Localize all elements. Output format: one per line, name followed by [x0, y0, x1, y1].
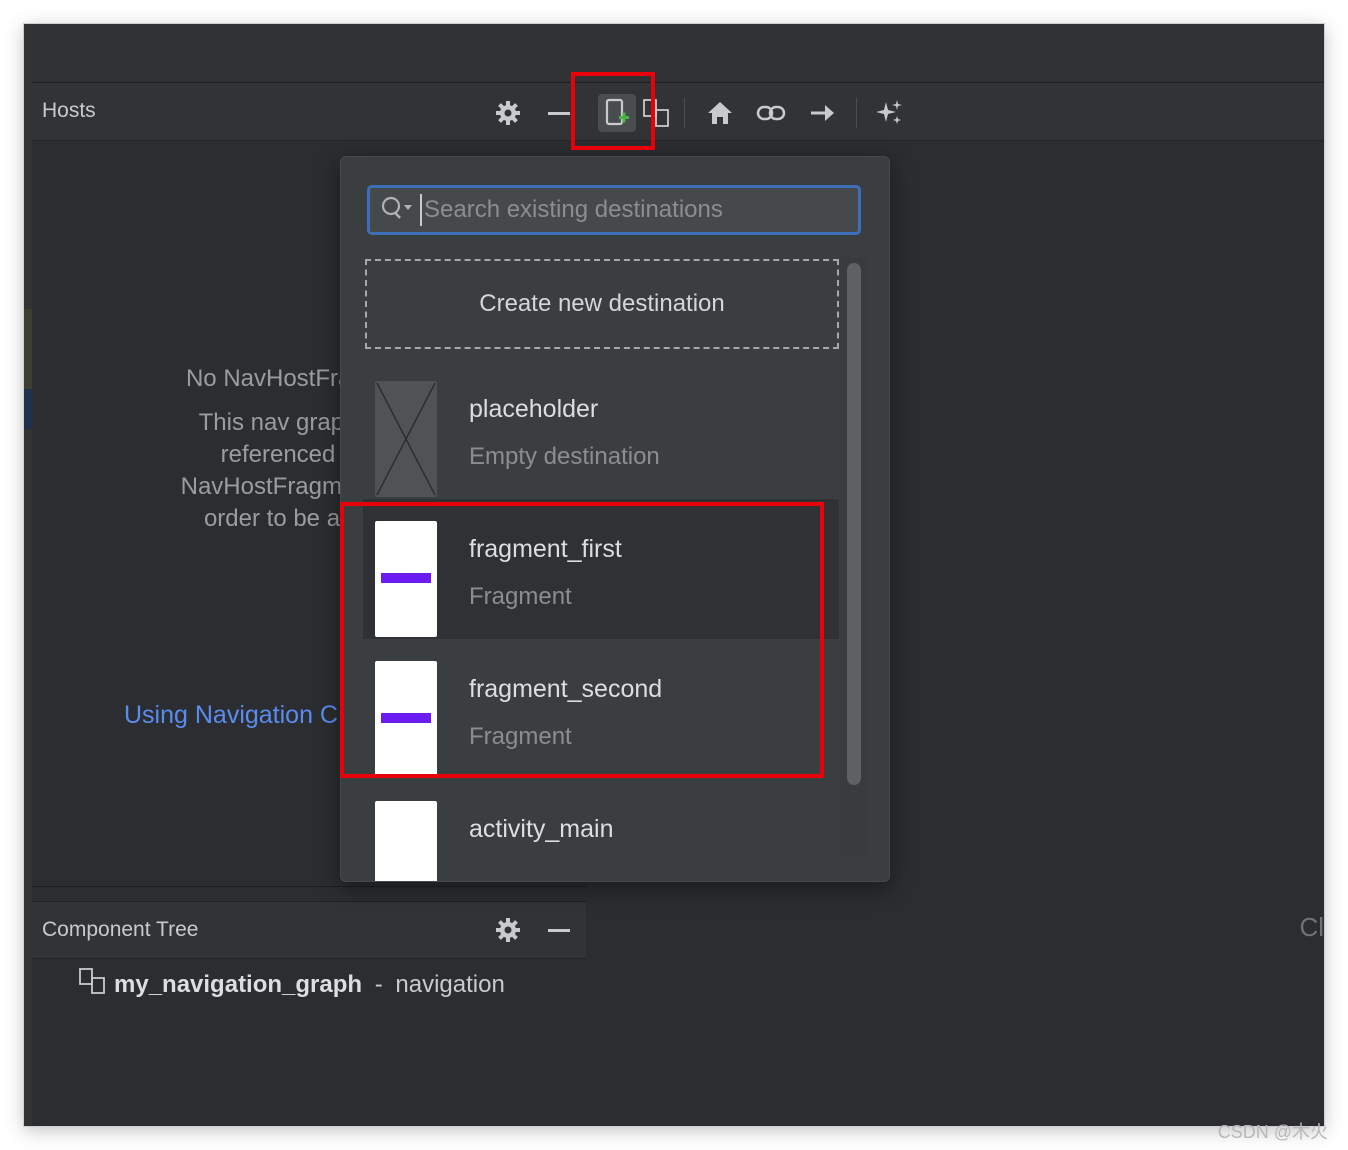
- left-tool-strip: [24, 24, 32, 1126]
- tree-root-row[interactable]: my_navigation_graph - navigation: [78, 967, 505, 1002]
- component-tree-title: Component Tree: [42, 918, 199, 941]
- placeholder-thumbnail: [375, 381, 437, 497]
- component-tree-panel: Component Tree my_navigation_graph - nav…: [32, 886, 586, 1126]
- highlight-box: [571, 72, 655, 150]
- destination-item-placeholder[interactable]: placeholder Empty destination: [363, 359, 839, 499]
- search-input[interactable]: [420, 194, 846, 226]
- toolbar-divider: [684, 98, 685, 128]
- hosts-header: Hosts: [32, 83, 1324, 141]
- toolbar-divider: [856, 98, 857, 128]
- destination-type: Empty destination: [469, 443, 660, 470]
- watermark: CSDN @木火: [1217, 1122, 1328, 1142]
- destination-name: placeholder: [469, 395, 599, 423]
- attributes-panel: [586, 886, 1324, 1126]
- panel-partial-label: Cl: [1299, 912, 1324, 942]
- gear-icon[interactable]: [493, 98, 523, 128]
- navigation-docs-link[interactable]: Using Navigation C: [124, 701, 338, 730]
- search-field[interactable]: [367, 185, 861, 235]
- highlight-box: [340, 502, 824, 778]
- hosts-title: Hosts: [42, 99, 96, 122]
- tree-root-separator: -: [368, 970, 390, 998]
- auto-arrange-icon[interactable]: [874, 98, 904, 128]
- minimize-icon[interactable]: [544, 98, 574, 128]
- ide-window: Hosts No NavHostFragi This nav graph ref…: [24, 24, 1324, 1126]
- scrollbar-thumb[interactable]: [847, 263, 861, 785]
- destination-name: activity_main: [469, 815, 614, 843]
- left-strip-accent: [24, 389, 32, 429]
- left-strip-accent: [24, 309, 32, 389]
- gear-icon[interactable]: [493, 915, 523, 945]
- layout-thumbnail: [375, 801, 437, 881]
- destination-item-activity-main[interactable]: activity_main: [363, 779, 839, 881]
- action-arrow-icon[interactable]: [808, 98, 838, 128]
- tree-root-name: my_navigation_graph: [114, 970, 363, 998]
- minimize-icon[interactable]: [544, 915, 574, 945]
- component-tree-header: Component Tree: [32, 901, 586, 959]
- nested-graph-icon: [78, 967, 108, 1002]
- search-icon: [380, 195, 414, 226]
- tree-root-type: navigation: [395, 970, 505, 998]
- link-icon[interactable]: [756, 98, 786, 128]
- top-bar: [32, 24, 1324, 83]
- create-new-destination-button[interactable]: Create new destination: [365, 259, 839, 349]
- home-icon[interactable]: [705, 98, 735, 128]
